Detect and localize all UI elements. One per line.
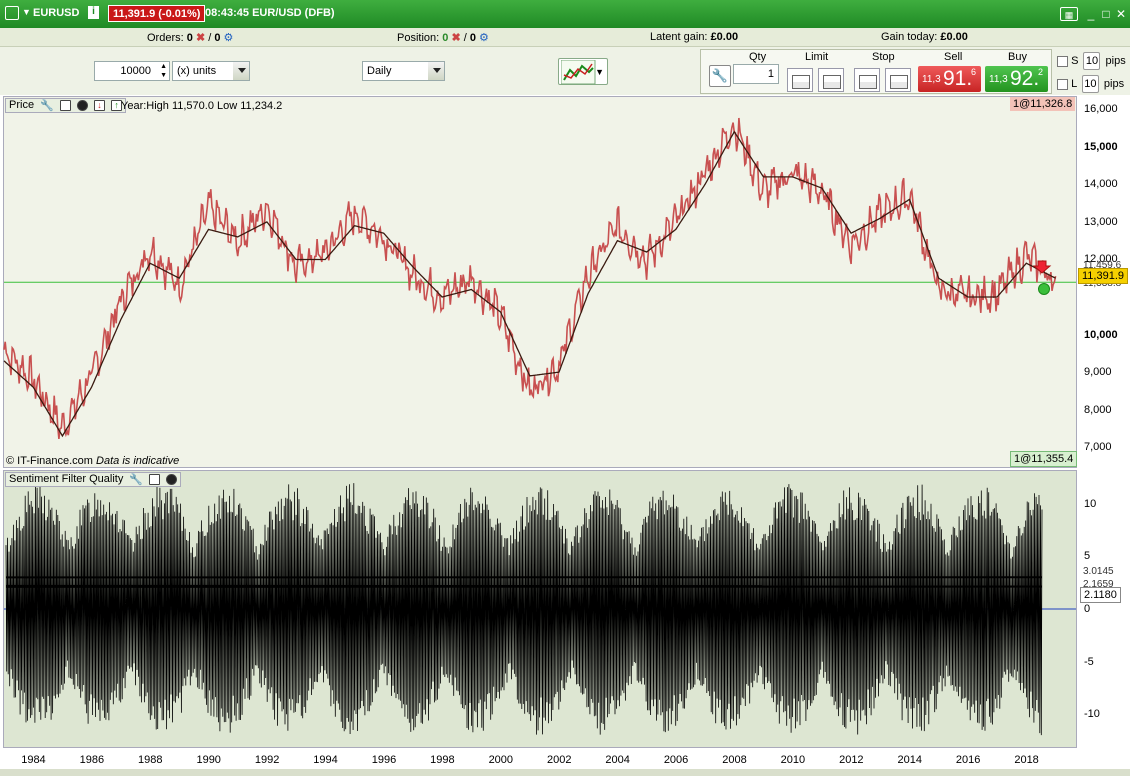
disclaimer: Data is indicative (96, 455, 180, 467)
x-tick: 1998 (430, 754, 455, 766)
x-tick: 1988 (138, 754, 163, 766)
price-y-tick: 14,000 (1084, 178, 1118, 191)
price-y-tick: 13,000 (1084, 215, 1118, 228)
indicator-y-tick: 10 (1084, 497, 1097, 510)
x-tick: 2006 (663, 754, 689, 766)
bottom-order-tag[interactable]: 1@11,355.4 (1010, 451, 1078, 467)
x-tick: 1996 (371, 754, 397, 766)
indicator-y-tick: 0 (1084, 603, 1091, 615)
price-panel-title: Price (9, 99, 35, 111)
price-y-tick: 16,000 (1084, 103, 1118, 116)
x-tick: 2010 (780, 754, 806, 766)
close-panel-icon[interactable] (76, 99, 88, 111)
wrench-icon[interactable]: 🔧 (129, 474, 143, 486)
chart-canvas[interactable] (0, 0, 1130, 776)
top-order-tag[interactable]: 1@11,326.8 (1010, 97, 1076, 111)
x-tick: 2008 (722, 754, 747, 766)
x-tick: 1986 (79, 754, 105, 766)
copyright-text: © IT-Finance.com Data is indicative (6, 455, 179, 467)
buy-marker-icon (1038, 283, 1050, 295)
oscillator-line (5, 483, 1043, 736)
price-series-line (3, 117, 1057, 439)
window-icon[interactable] (59, 99, 71, 111)
x-tick: 1984 (21, 754, 46, 766)
x-tick: 2012 (839, 754, 864, 766)
x-tick: 1990 (196, 754, 221, 766)
arrow-down-icon[interactable]: ↓ (94, 99, 106, 111)
indicator-tag-3: 2.1180 (1080, 587, 1121, 603)
price-y-tick: 9,000 (1084, 366, 1112, 379)
price-y-tick: 8,000 (1084, 403, 1112, 416)
x-tick: 2014 (897, 754, 922, 766)
x-tick: 2000 (488, 754, 514, 766)
price-y-tick: 10,000 (1084, 328, 1118, 341)
x-tick: 1992 (254, 754, 280, 766)
year-high-low: Year:High 11,570.0 Low 11,234.2 (121, 100, 283, 112)
window-icon[interactable] (149, 473, 161, 485)
x-tick: 2002 (546, 754, 572, 766)
wrench-icon[interactable]: 🔧 (40, 100, 54, 112)
indicator-y-tick: -10 (1084, 708, 1100, 721)
copyright: © IT-Finance.com (6, 455, 93, 467)
price-y-tick: 7,000 (1084, 441, 1112, 454)
close-panel-icon[interactable] (166, 473, 178, 485)
indicator-y-tick: -5 (1084, 655, 1094, 668)
indicator-tag-1: 3.0145 (1083, 566, 1114, 577)
x-tick: 2016 (955, 754, 981, 766)
indicator-y-tick: 5 (1084, 550, 1091, 563)
x-tick: 2018 (1014, 754, 1039, 766)
price-y-tick: 15,000 (1084, 140, 1118, 153)
x-tick: 2004 (605, 754, 630, 766)
current-price-tag: 11,391.9 (1078, 268, 1129, 284)
price-panel-header: Price 🔧 ↓ ↑ (5, 98, 127, 113)
x-tick: 1994 (313, 754, 338, 766)
indicator-panel-title: Sentiment Filter Quality (9, 473, 124, 485)
indicator-panel-header: Sentiment Filter Quality 🔧 (5, 472, 182, 487)
